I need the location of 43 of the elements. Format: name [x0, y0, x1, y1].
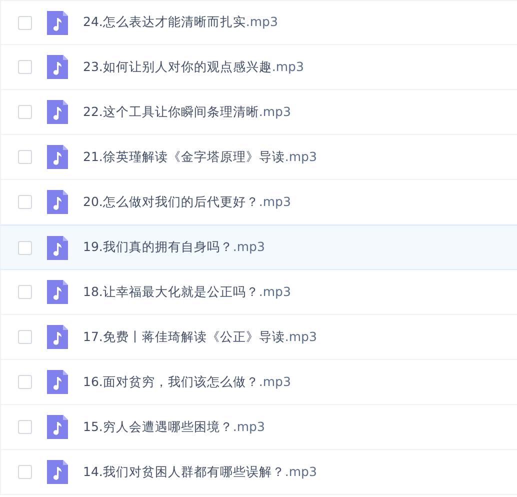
- checkbox[interactable]: [18, 195, 32, 209]
- checkbox[interactable]: [18, 420, 32, 434]
- checkbox[interactable]: [18, 60, 32, 74]
- checkbox[interactable]: [18, 105, 32, 119]
- checkbox[interactable]: [18, 16, 32, 30]
- music-file-icon: [47, 190, 68, 214]
- file-name[interactable]: 21.徐英瑾解读《金字塔原理》导读.mp3: [83, 148, 317, 166]
- file-name[interactable]: 24.怎么表达才能清晰而扎实.mp3: [83, 13, 278, 32]
- checkbox[interactable]: [18, 375, 32, 389]
- music-file-icon: [47, 55, 68, 79]
- music-file-icon: [47, 325, 68, 349]
- file-name[interactable]: 16.面对贫穷，我们该怎么做？.mp3: [83, 372, 291, 392]
- file-name[interactable]: 14.我们对贫困人群都有哪些误解？.mp3: [83, 462, 317, 482]
- checkbox[interactable]: [18, 240, 32, 254]
- file-row[interactable]: 21.徐英瑾解读《金字塔原理》导读.mp3: [0, 135, 517, 180]
- file-name[interactable]: 20.怎么做对我们的后代更好？.mp3: [83, 192, 291, 212]
- file-row[interactable]: 18.让幸福最大化就是公正吗？.mp3: [0, 270, 517, 315]
- file-row[interactable]: 14.我们对贫困人群都有哪些误解？.mp3: [0, 450, 517, 495]
- file-name[interactable]: 23.如何让别人对你的观点感兴趣.mp3: [83, 58, 304, 76]
- music-file-icon: [47, 460, 68, 484]
- file-name[interactable]: 17.免费丨蒋佳琦解读《公正》导读.mp3: [83, 328, 317, 346]
- file-row[interactable]: 17.免费丨蒋佳琦解读《公正》导读.mp3: [0, 315, 517, 360]
- music-file-icon: [47, 236, 68, 260]
- file-row[interactable]: 23.如何让别人对你的观点感兴趣.mp3: [0, 45, 517, 90]
- checkbox[interactable]: [18, 150, 32, 164]
- checkbox[interactable]: [18, 285, 32, 299]
- music-file-icon: [47, 415, 68, 439]
- music-file-icon: [47, 10, 68, 34]
- music-file-icon: [47, 280, 68, 304]
- file-row[interactable]: 15.穷人会遭遇哪些困境？.mp3: [0, 405, 517, 450]
- file-name[interactable]: 22.这个工具让你瞬间条理清晰.mp3: [83, 102, 291, 122]
- music-file-icon: [47, 370, 68, 394]
- file-row[interactable]: 24.怎么表达才能清晰而扎实.mp3: [0, 0, 517, 45]
- file-row[interactable]: 19.我们真的拥有自身吗？.mp3: [0, 225, 517, 270]
- checkbox[interactable]: [18, 465, 32, 479]
- file-name[interactable]: 15.穷人会遭遇哪些困境？.mp3: [83, 418, 265, 436]
- music-file-icon: [47, 145, 68, 169]
- file-name[interactable]: 18.让幸福最大化就是公正吗？.mp3: [83, 282, 291, 302]
- file-name[interactable]: 19.我们真的拥有自身吗？.mp3: [83, 238, 265, 257]
- file-row[interactable]: 16.面对贫穷，我们该怎么做？.mp3: [0, 360, 517, 405]
- checkbox[interactable]: [18, 330, 32, 344]
- music-file-icon: [47, 100, 68, 124]
- file-row[interactable]: 22.这个工具让你瞬间条理清晰.mp3: [0, 90, 517, 135]
